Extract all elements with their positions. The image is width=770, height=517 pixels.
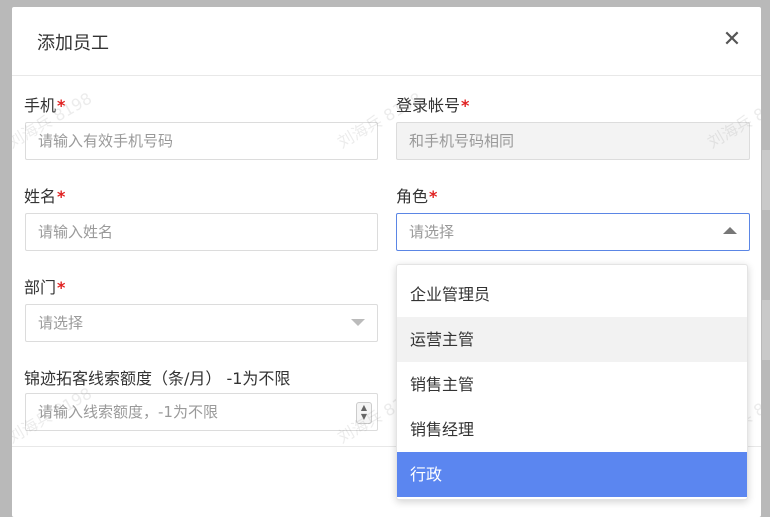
number-stepper-icon[interactable]: ▲ ▼ — [356, 402, 372, 424]
close-icon[interactable]: ✕ — [718, 27, 746, 55]
lead-quota-label: 锦迹拓客线索额度（条/月） -1为不限 — [24, 369, 291, 388]
role-option[interactable]: 企业管理员 — [397, 272, 747, 317]
role-option-selected[interactable]: 行政 — [397, 452, 747, 497]
name-label: 姓名* — [24, 187, 66, 206]
dialog-header: 添加员工 ✕ — [12, 7, 761, 76]
name-input[interactable]: 请输入姓名 — [25, 213, 378, 251]
login-account-label: 登录帐号* — [396, 96, 470, 115]
lead-quota-input[interactable]: 请输入线索额度，-1为不限 ▲ ▼ — [25, 393, 378, 431]
role-label: 角色* — [396, 187, 438, 206]
role-option[interactable]: 运营主管 — [397, 317, 747, 362]
phone-input[interactable]: 请输入有效手机号码 — [25, 122, 378, 160]
department-label: 部门* — [24, 278, 66, 297]
background-table-edge — [762, 300, 770, 360]
role-option[interactable]: 销售经理 — [397, 407, 747, 452]
chevron-up-icon — [723, 227, 737, 234]
role-dropdown-menu: 企业管理员 运营主管 销售主管 销售经理 行政 — [396, 264, 748, 500]
role-option[interactable]: 销售主管 — [397, 362, 747, 407]
background-table-edge — [762, 150, 770, 210]
role-select[interactable]: 请选择 — [396, 213, 750, 251]
dialog-title: 添加员工 — [37, 33, 109, 54]
chevron-down-icon — [351, 319, 365, 326]
department-select[interactable]: 请选择 — [25, 304, 378, 342]
login-account-input: 和手机号码相同 — [396, 122, 750, 160]
phone-label: 手机* — [24, 96, 66, 115]
